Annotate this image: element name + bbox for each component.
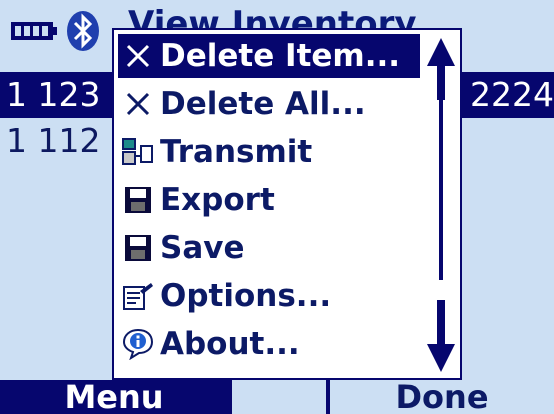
list-item-left: 1 123 [6,75,101,114]
bluetooth-icon [67,11,99,51]
scrollbar-track[interactable] [439,100,443,280]
menu-item-delete-all[interactable]: Delete All... [118,82,420,126]
transmit-icon [118,132,158,172]
menu-softkey[interactable]: Menu [0,380,228,414]
menu-item-label: Options... [160,278,332,314]
menu-item-label: Delete All... [160,86,366,122]
options-icon [118,276,158,316]
menu-item-save[interactable]: Save [118,226,420,270]
x-icon [118,84,158,124]
menu-item-label: Transmit [160,134,313,170]
list-item-right: 22242 [470,75,554,114]
menu-item-export[interactable]: Export [118,178,420,222]
menu-item-options[interactable]: Options... [118,274,420,318]
context-menu: Delete Item... Delete All... Transmit Ex… [112,28,462,380]
menu-item-transmit[interactable]: Transmit [118,130,420,174]
menu-item-about[interactable]: About... [118,322,420,366]
list-item-left: 1 112 [6,121,101,160]
arrow-down-icon[interactable] [424,300,458,374]
x-icon [118,36,158,76]
about-icon [118,324,158,364]
battery-icon [11,22,57,40]
device-screen: View Inventory 1 123 22242 1 112 Delete … [0,0,554,414]
middle-softkey[interactable] [232,380,326,414]
menu-item-label: Export [160,182,275,218]
menu-item-label: About... [160,326,300,362]
menu-item-delete-item[interactable]: Delete Item... [118,34,420,78]
softkey-bar: Menu Done [0,380,554,414]
arrow-up-icon[interactable] [424,36,458,100]
floppy-disk-icon [118,228,158,268]
floppy-disk-icon [118,180,158,220]
menu-item-label: Delete Item... [160,38,401,74]
menu-item-label: Save [160,230,245,266]
done-softkey[interactable]: Done [330,380,554,414]
